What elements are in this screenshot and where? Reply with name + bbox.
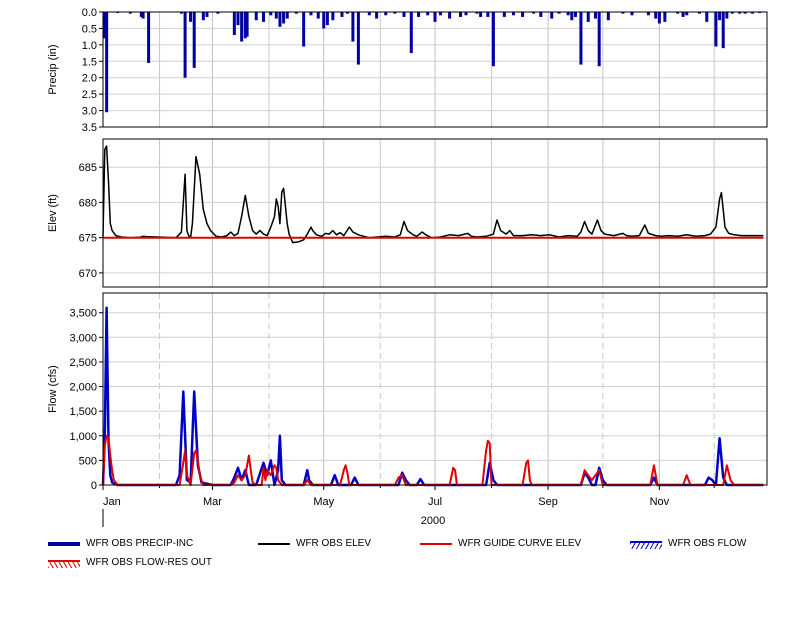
- precip-bar: [521, 12, 525, 17]
- precip-bar: [201, 12, 205, 21]
- y-tick-label: 3,500: [69, 308, 97, 320]
- x-tick-label: Nov: [650, 496, 670, 508]
- precip-bar: [579, 12, 583, 65]
- precip-bar: [409, 12, 413, 54]
- precip-bar: [189, 12, 193, 22]
- y-tick-label: 1,500: [69, 406, 97, 418]
- precip-bar: [705, 12, 709, 22]
- y-tick-label: 2,500: [69, 357, 97, 369]
- precip-bar: [459, 12, 463, 17]
- precip-bar: [192, 12, 196, 68]
- series-line-wfr-obs-flow: [101, 306, 764, 487]
- precip-bar: [240, 12, 244, 42]
- y-tick-label: 670: [79, 268, 97, 280]
- precip-bar: [278, 12, 282, 27]
- precip-bar: [322, 12, 326, 29]
- precip-bar: [356, 12, 360, 65]
- precip-bar: [433, 12, 437, 22]
- y-tick-label: 2.5: [82, 89, 97, 101]
- precip-bar: [417, 12, 421, 17]
- precip-bar: [597, 12, 601, 67]
- y-axis-label: Precip (in): [47, 44, 59, 94]
- chart-canvas: 0.0 0.5 1.0 1.5 2.0 2.5 3.0 3.5 Precip (in) 670 67…: [47, 7, 768, 527]
- y-tick-label: 1.5: [82, 56, 97, 68]
- series-line-wfr-obs-elev: [102, 145, 764, 244]
- x-axis-year-label: 2000: [421, 515, 445, 527]
- precip-bar: [331, 12, 335, 21]
- y-tick-label: 500: [79, 455, 97, 467]
- precip-bar: [183, 12, 187, 78]
- precip-bar: [606, 12, 610, 21]
- precip-bar: [502, 12, 506, 17]
- x-tick-label: Mar: [203, 496, 222, 508]
- precip-bar: [448, 12, 452, 19]
- precip-bar: [147, 12, 151, 63]
- precip-bar: [285, 12, 289, 19]
- precip-bar: [654, 12, 658, 19]
- y-tick-label: 3.5: [82, 122, 97, 134]
- precip-bar: [375, 12, 379, 19]
- y-tick-label: 1,000: [69, 431, 97, 443]
- precip-bar: [141, 12, 145, 19]
- y-tick-label: 2,000: [69, 382, 97, 394]
- y-axis-label: Elev (ft): [47, 194, 59, 232]
- y-tick-label: 680: [79, 197, 97, 209]
- y-tick-label: 3.0: [82, 106, 97, 118]
- y-tick-label: 685: [79, 162, 97, 174]
- precip-bar: [232, 12, 236, 35]
- precip-bar: [262, 12, 266, 22]
- precip-bar: [254, 12, 258, 21]
- precip-bar: [245, 12, 249, 37]
- y-tick-label: 2.0: [82, 73, 97, 85]
- precip-bar: [570, 12, 574, 21]
- precip-bar: [550, 12, 554, 19]
- precip-bar: [479, 12, 483, 17]
- precip-bar: [594, 12, 598, 19]
- precip-bar: [302, 12, 306, 47]
- x-tick-label: May: [313, 496, 334, 508]
- y-tick-label: 0.5: [82, 23, 97, 35]
- precip-bar: [586, 12, 590, 22]
- precip-bar: [316, 12, 320, 19]
- y-tick-label: 675: [79, 233, 97, 245]
- x-tick-label: Jan: [103, 496, 121, 508]
- precip-bar: [539, 12, 543, 17]
- precip-bar: [657, 12, 661, 24]
- y-tick-label: 1.0: [82, 40, 97, 52]
- y-tick-label: 3,000: [69, 332, 97, 344]
- precip-bar: [718, 12, 722, 21]
- precip-bar: [236, 12, 240, 26]
- precip-bar: [325, 12, 329, 26]
- precip-bar: [491, 12, 495, 67]
- precip-bar: [486, 12, 490, 17]
- y-tick-label: 0.0: [82, 7, 97, 19]
- precip-bar: [205, 12, 209, 17]
- precip-bar: [714, 12, 718, 47]
- precip-bar: [105, 12, 109, 113]
- x-tick-label: Jul: [428, 496, 442, 508]
- precip-bar: [340, 12, 344, 17]
- precip-bar: [402, 12, 406, 17]
- precip-bar: [573, 12, 577, 17]
- x-tick-label: Sep: [538, 496, 558, 508]
- y-tick-label: 0: [91, 480, 97, 492]
- precip-bar: [663, 12, 667, 22]
- precip-bar: [282, 12, 286, 24]
- precip-bar: [274, 12, 278, 19]
- precip-bar: [721, 12, 725, 49]
- precip-bar: [725, 12, 729, 19]
- precip-bar: [351, 12, 355, 42]
- precip-bar: [681, 12, 685, 17]
- y-axis-label: Flow (cfs): [47, 365, 59, 413]
